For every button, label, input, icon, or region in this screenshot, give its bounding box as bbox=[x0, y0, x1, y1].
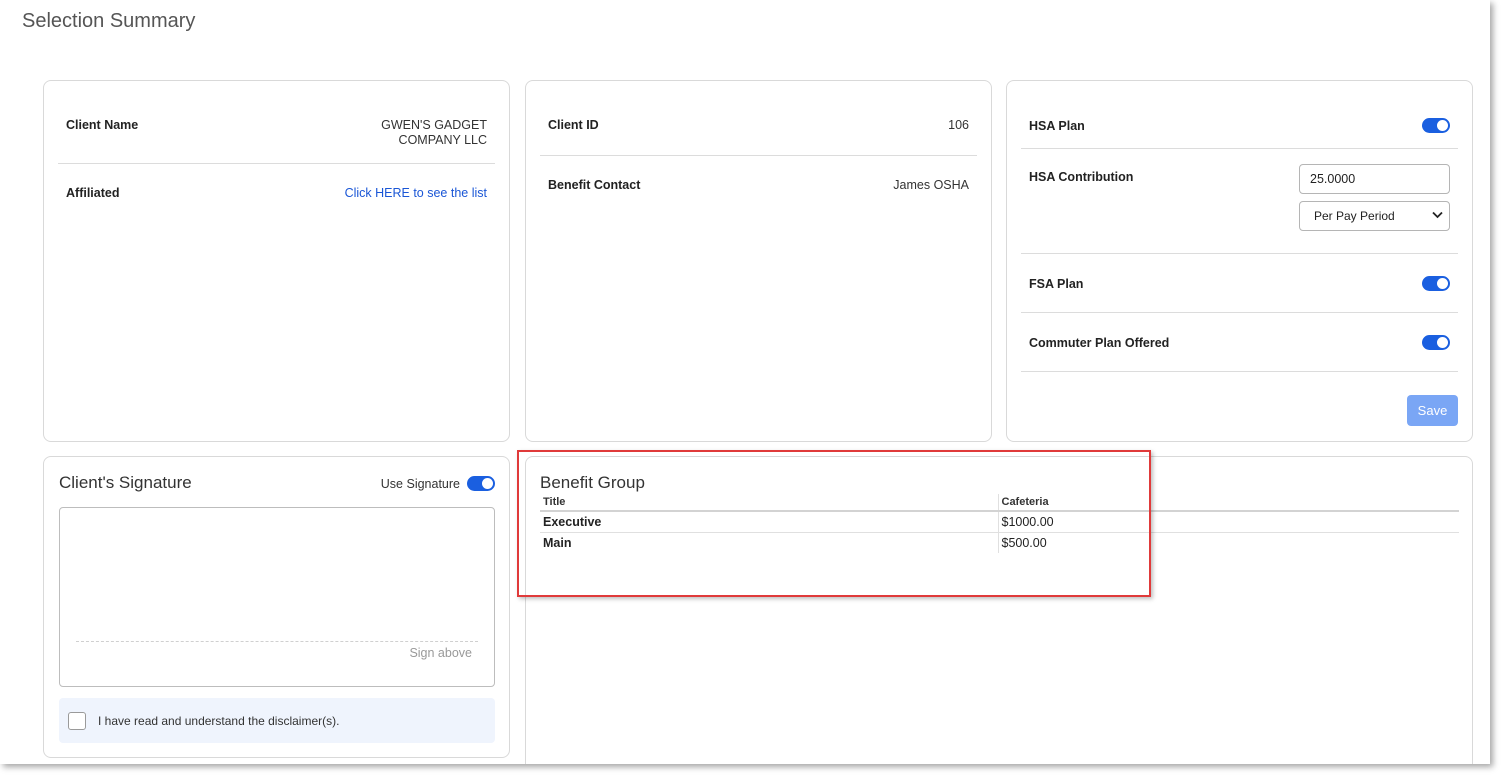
hsa-contribution-controls: Per Pay Period bbox=[1299, 164, 1450, 231]
signature-title: Client's Signature bbox=[59, 473, 192, 492]
chevron-down-icon bbox=[1432, 210, 1443, 222]
highlight-annotation bbox=[517, 450, 1151, 597]
affiliated-row: Affiliated Click HERE to see the list bbox=[60, 186, 493, 200]
signature-card: Client's Signature Use Signature Sign ab… bbox=[43, 456, 510, 758]
hsa-plan-row: HSA Plan bbox=[1023, 118, 1456, 133]
benefit-contact-value: James OSHA bbox=[893, 178, 969, 192]
page-title: Selection Summary bbox=[22, 10, 196, 32]
client-card: Client Name GWEN'S GADGET COMPANY LLC Af… bbox=[43, 80, 510, 442]
signature-line bbox=[76, 641, 478, 642]
app-frame: Selection Summary Client Name GWEN'S GAD… bbox=[0, 0, 1490, 764]
hsa-contribution-label: HSA Contribution bbox=[1029, 170, 1134, 184]
hsa-plan-toggle[interactable] bbox=[1422, 118, 1450, 133]
disclaimer-text: I have read and understand the disclaime… bbox=[98, 713, 340, 728]
divider bbox=[1021, 148, 1458, 149]
divider bbox=[58, 163, 495, 164]
hsa-contribution-input[interactable] bbox=[1299, 164, 1450, 194]
sign-above-hint: Sign above bbox=[409, 646, 472, 660]
use-signature-control: Use Signature bbox=[381, 476, 495, 491]
client-name-line1: GWEN'S GADGET bbox=[381, 118, 487, 132]
hsa-frequency-selected: Per Pay Period bbox=[1314, 209, 1395, 223]
divider bbox=[540, 155, 977, 156]
benefit-contact-row: Benefit Contact James OSHA bbox=[542, 178, 975, 193]
fsa-plan-row: FSA Plan bbox=[1023, 276, 1456, 291]
use-signature-label: Use Signature bbox=[380, 476, 460, 491]
benefit-contact-label: Benefit Contact bbox=[548, 178, 641, 192]
fsa-plan-toggle[interactable] bbox=[1422, 276, 1450, 291]
disclaimer-box: I have read and understand the disclaime… bbox=[59, 698, 495, 743]
client-name-label: Client Name bbox=[66, 118, 139, 132]
client-id-value: 106 bbox=[948, 118, 969, 132]
divider bbox=[1021, 253, 1458, 254]
client-id-label: Client ID bbox=[548, 118, 599, 132]
client-name-row: Client Name GWEN'S GADGET COMPANY LLC bbox=[60, 118, 493, 148]
fsa-plan-label: FSA Plan bbox=[1029, 276, 1084, 291]
client-name-value: GWEN'S GADGET COMPANY LLC bbox=[381, 118, 487, 148]
client-id-row: Client ID 106 bbox=[542, 118, 975, 133]
signature-pad[interactable]: Sign above bbox=[59, 507, 495, 687]
client-id-card: Client ID 106 Benefit Contact James OSHA bbox=[525, 80, 992, 442]
client-name-line2: COMPANY LLC bbox=[398, 133, 487, 147]
use-signature-toggle[interactable] bbox=[467, 476, 495, 491]
commuter-plan-row: Commuter Plan Offered bbox=[1023, 335, 1456, 350]
hsa-frequency-select[interactable]: Per Pay Period bbox=[1299, 201, 1450, 231]
affiliated-label: Affiliated bbox=[66, 186, 120, 200]
disclaimer-checkbox[interactable] bbox=[68, 711, 86, 730]
plans-card: HSA Plan HSA Contribution Per Pay Period… bbox=[1006, 80, 1473, 442]
commuter-plan-label: Commuter Plan Offered bbox=[1029, 335, 1170, 350]
save-button[interactable]: Save bbox=[1407, 395, 1458, 426]
hsa-plan-label: HSA Plan bbox=[1029, 118, 1085, 133]
commuter-plan-toggle[interactable] bbox=[1422, 335, 1450, 350]
divider bbox=[1021, 371, 1458, 372]
divider bbox=[1021, 312, 1458, 313]
hsa-contribution-row: HSA Contribution Per Pay Period bbox=[1023, 164, 1456, 231]
affiliated-list-link[interactable]: Click HERE to see the list bbox=[345, 186, 487, 200]
